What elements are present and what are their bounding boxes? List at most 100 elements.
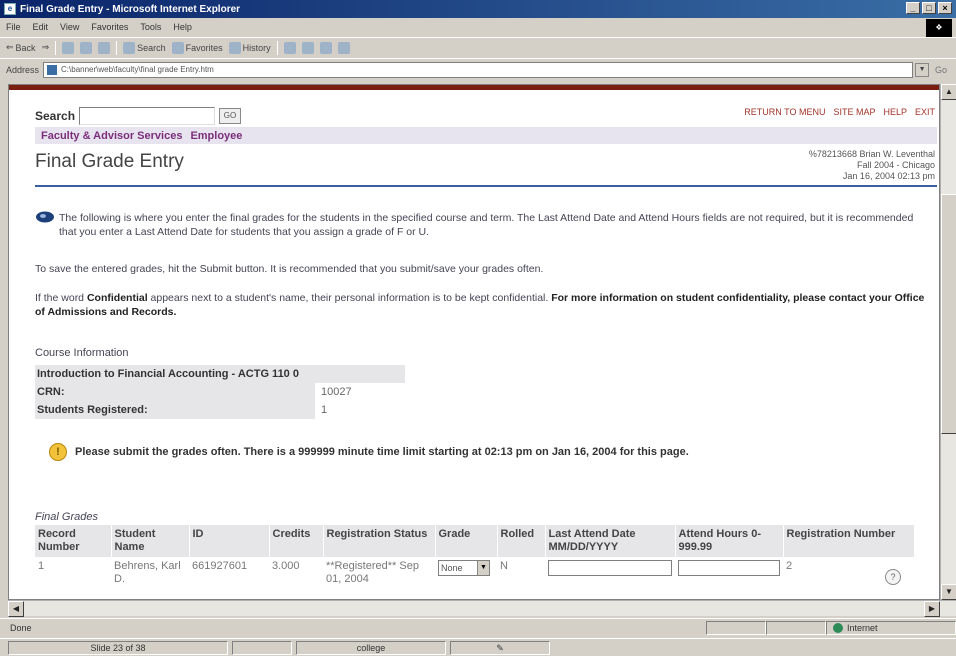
info-paragraph-3: If the word Confidential appears next to…	[35, 292, 925, 318]
user-term: Fall 2004 - Chicago	[856, 160, 935, 170]
search-go-button[interactable]: GO	[219, 108, 242, 124]
favorites-icon	[171, 41, 184, 54]
tab-employee[interactable]: Employee	[190, 130, 242, 142]
menu-edit[interactable]: Edit	[33, 22, 49, 32]
site-map-link[interactable]: SITE MAP	[833, 107, 875, 117]
students-registered-value: 1	[321, 404, 328, 416]
scroll-thumb[interactable]	[941, 194, 956, 434]
search-row: Search GO	[35, 107, 242, 125]
status-text: Done	[10, 622, 32, 633]
status-pane	[706, 620, 766, 635]
last-attend-date-input[interactable]	[548, 560, 672, 576]
info-bubble-icon	[36, 211, 54, 223]
forward-arrow-icon[interactable]: ⇒	[42, 42, 50, 53]
toolbar-separator	[276, 40, 278, 55]
grade-select[interactable]: None ▼	[438, 560, 490, 576]
time-limit-warning: ! Please submit the grades often. There …	[49, 443, 689, 461]
refresh-icon[interactable]	[80, 41, 93, 54]
chevron-down-icon: ▼	[477, 561, 489, 575]
back-button[interactable]: ⇐ Back	[6, 42, 36, 53]
help-link[interactable]: HELP	[883, 107, 907, 117]
info-paragraph-2: To save the entered grades, hit the Subm…	[35, 263, 544, 275]
warning-icon: !	[49, 443, 67, 461]
search-input[interactable]	[79, 107, 216, 125]
presentation-status-bar: Slide 23 of 38 college ✎	[0, 638, 956, 656]
menu-favorites[interactable]: Favorites	[91, 22, 128, 32]
toolbar-separator	[116, 40, 118, 55]
address-go-button[interactable]: Go	[935, 65, 947, 75]
browser-toolbar: ⇐ Back ⇒ Search Favorites History	[0, 37, 956, 57]
home-icon[interactable]	[98, 41, 111, 54]
final-grades-heading: Final Grades	[35, 511, 98, 523]
registration-status: **Registered** Sep 01, 2004	[326, 560, 419, 585]
slide-counter: Slide 23 of 38	[8, 641, 228, 655]
scroll-up-icon[interactable]: ▲	[941, 84, 956, 100]
col-last-attend-date: Last Attend Date MM/DD/YYYY	[545, 525, 676, 557]
print-icon[interactable]	[301, 41, 314, 54]
scroll-down-icon[interactable]: ▼	[941, 584, 956, 600]
rolled-value: N	[500, 560, 508, 572]
info-block: The following is where you enter the fin…	[35, 211, 925, 239]
status-bar: Done Internet	[0, 618, 956, 636]
history-button[interactable]: History	[228, 41, 271, 54]
mail-icon[interactable]	[283, 41, 296, 54]
attend-hours-input[interactable]	[678, 560, 780, 576]
info-paragraph-1: The following is where you enter the fin…	[59, 212, 914, 238]
favorites-button[interactable]: Favorites	[171, 41, 223, 54]
user-timestamp: Jan 16, 2004 02:13 pm	[842, 171, 935, 181]
page-top-band	[9, 85, 939, 90]
help-circle-icon[interactable]: ?	[885, 569, 901, 585]
crn-label: CRN:	[35, 383, 315, 401]
col-id: ID	[189, 525, 270, 557]
grade-selected-value: None	[441, 562, 463, 573]
col-rolled: Rolled	[497, 525, 546, 557]
menu-help[interactable]: Help	[173, 22, 192, 32]
page-title: Final Grade Entry	[35, 151, 184, 172]
back-arrow-icon: ⇐	[6, 42, 14, 52]
vertical-scrollbar[interactable]: ▲ ▼	[940, 84, 956, 600]
scroll-left-icon[interactable]: ◀	[8, 601, 24, 617]
record-number: 1	[38, 560, 45, 572]
globe-icon	[833, 622, 843, 633]
col-student-name: Student Name	[111, 525, 190, 557]
menu-tools[interactable]: Tools	[140, 22, 161, 32]
section-tabs: Faculty & Advisor Services Employee	[35, 127, 937, 144]
window-controls: _ □ ×	[906, 2, 952, 14]
close-button[interactable]: ×	[938, 2, 952, 14]
col-registration-number: Registration Number	[783, 525, 915, 557]
minimize-button[interactable]: _	[906, 2, 920, 14]
window-title: Final Grade Entry - Microsoft Internet E…	[20, 3, 241, 15]
stop-icon[interactable]	[62, 41, 75, 54]
address-label: Address	[6, 64, 40, 75]
table-row: 1 Behrens, Karl D. 661927601 3.000 **Reg…	[35, 557, 915, 589]
horizontal-scrollbar[interactable]: ◀ ▶	[8, 600, 956, 617]
exit-link[interactable]: EXIT	[915, 107, 935, 117]
tab-faculty-advisor-services[interactable]: Faculty & Advisor Services	[41, 130, 182, 142]
user-info: %78213668 Brian W. Leventhal Fall 2004 -…	[809, 149, 935, 182]
windows-logo-icon: ❖	[926, 19, 952, 37]
col-credits: Credits	[269, 525, 324, 557]
students-registered-label: Students Registered:	[35, 401, 315, 419]
return-to-menu-link[interactable]: RETURN TO MENU	[744, 107, 825, 117]
crn-value: 10027	[321, 386, 352, 398]
menu-view[interactable]: View	[60, 22, 79, 32]
window-titlebar: e Final Grade Entry - Microsoft Internet…	[0, 0, 956, 18]
search-button[interactable]: Search	[123, 41, 166, 54]
address-input[interactable]: C:\banner\web\faculty\final grade Entry.…	[43, 61, 914, 78]
discuss-icon[interactable]	[337, 41, 350, 54]
edit-icon[interactable]	[319, 41, 332, 54]
menu-bar: File Edit View Favorites Tools Help ❖	[0, 19, 956, 37]
menu-file[interactable]: File	[6, 22, 21, 32]
col-registration-status: Registration Status	[323, 525, 436, 557]
col-attend-hours: Attend Hours 0-999.99	[675, 525, 784, 557]
grades-header-row: Record Number Student Name ID Credits Re…	[35, 525, 915, 557]
status-pane	[766, 620, 826, 635]
top-links: RETURN TO MENU SITE MAP HELP EXIT	[744, 107, 935, 117]
slide-pane	[232, 641, 292, 655]
scroll-right-icon[interactable]: ▶	[924, 601, 940, 617]
col-record-number: Record Number	[35, 525, 112, 557]
maximize-button[interactable]: □	[922, 2, 936, 14]
course-name: Introduction to Financial Accounting - A…	[35, 365, 405, 383]
address-dropdown-icon[interactable]: ▼	[915, 62, 930, 77]
search-icon	[123, 41, 136, 54]
